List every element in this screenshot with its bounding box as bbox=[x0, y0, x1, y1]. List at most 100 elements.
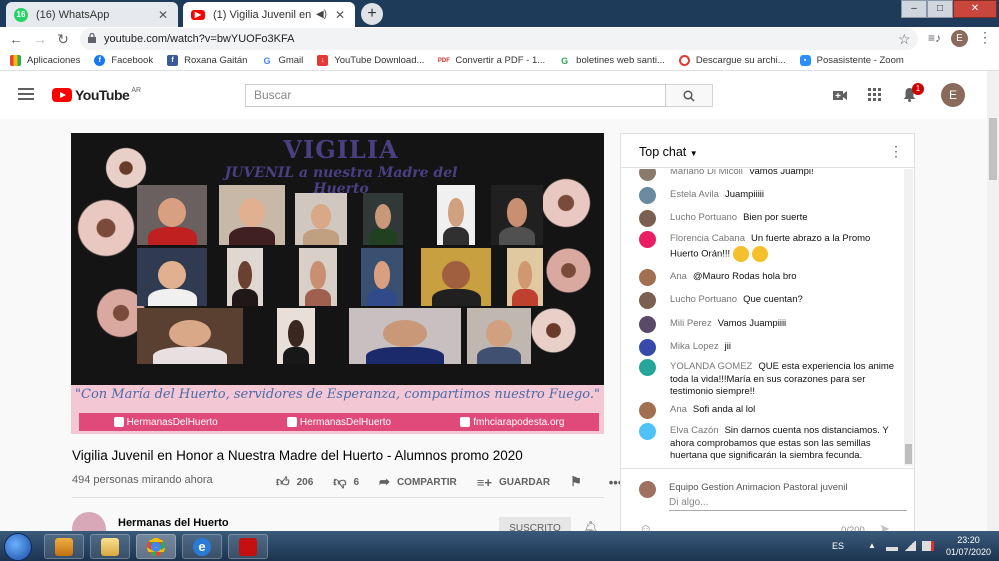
thumbs-up-icon: 👍︎ bbox=[276, 474, 290, 489]
channel-name[interactable]: Hermanas del Huerto bbox=[118, 517, 229, 529]
video-footer-item: HermanasDelHuerto bbox=[286, 417, 391, 428]
taskbar-acrobat[interactable] bbox=[228, 534, 268, 559]
participant-tile bbox=[219, 185, 285, 245]
my-avatar bbox=[639, 481, 656, 498]
page-scrollbar-thumb[interactable] bbox=[989, 118, 997, 180]
video-actions: 👍︎ 206 👎︎ 6 ➦ COMPARTIR ≡+ GUARDAR ⚑ ••• bbox=[276, 474, 649, 490]
taskbar-internet-explorer[interactable]: e bbox=[182, 534, 222, 559]
bookmark-star-icon[interactable]: ☆ bbox=[898, 31, 911, 48]
avatar bbox=[639, 231, 656, 248]
zoom-icon: ▪ bbox=[799, 55, 811, 66]
chat-scrollbar-thumb[interactable] bbox=[905, 444, 912, 464]
taskbar-explorer[interactable] bbox=[90, 534, 130, 559]
speaker-icon[interactable]: ◀) bbox=[316, 9, 327, 20]
chat-header: Top chat ▼ ⋮ bbox=[621, 134, 914, 168]
youtube-play-icon bbox=[52, 88, 72, 102]
video-footer-item: HermanasDelHuerto bbox=[113, 417, 218, 428]
account-avatar[interactable]: E bbox=[941, 83, 965, 107]
chat-message-list: Mariano Di Micoli Vamos Juampi! Estela Av… bbox=[621, 169, 903, 466]
avatar bbox=[639, 339, 656, 356]
participant-tile bbox=[361, 248, 403, 306]
media-control-icon[interactable]: ≡♪ bbox=[928, 31, 941, 45]
flower-decoration bbox=[536, 173, 596, 233]
acrobat-icon bbox=[239, 537, 257, 556]
chat-message-input[interactable]: Di algo... bbox=[669, 495, 907, 511]
chevron-up-icon[interactable]: ▲ bbox=[868, 541, 880, 551]
folder-icon bbox=[101, 537, 119, 556]
facebook-square-icon: f bbox=[167, 55, 179, 66]
hamburger-menu-icon[interactable] bbox=[18, 88, 34, 100]
close-tab-icon[interactable]: ✕ bbox=[156, 8, 170, 22]
search-input[interactable]: Buscar bbox=[245, 84, 666, 107]
google-icon: G bbox=[559, 55, 571, 66]
facebook-icon: f bbox=[94, 55, 106, 66]
bookmark-aplicaciones[interactable]: Aplicaciones bbox=[10, 55, 80, 66]
volume-muted-icon[interactable] bbox=[921, 541, 934, 551]
hugging-face-emoji-icon bbox=[733, 245, 750, 262]
avatar bbox=[639, 269, 656, 286]
bookmark-zoom[interactable]: ▪ Posasistente - Zoom bbox=[799, 55, 904, 66]
bookmark-youtube-download[interactable]: ↓ YouTube Download... bbox=[317, 55, 424, 66]
tab-whatsapp[interactable]: 16 (16) WhatsApp ✕ bbox=[6, 2, 178, 27]
apps-grid-icon bbox=[10, 55, 21, 66]
forward-arrow-icon[interactable]: → bbox=[31, 30, 49, 48]
chat-scrollbar[interactable] bbox=[904, 169, 913, 466]
close-window-button[interactable]: ✕ bbox=[953, 0, 997, 18]
avatar bbox=[639, 169, 656, 181]
profile-avatar[interactable]: E bbox=[951, 30, 968, 47]
dislike-button[interactable]: 👎︎ 6 bbox=[333, 474, 359, 490]
chat-message: YOLANDA GOMEZ QUE esta experiencia los an… bbox=[639, 359, 901, 399]
url-text: youtube.com/watch?v=bwYUOFo3KFA bbox=[104, 33, 295, 45]
window-controls: – □ ✕ bbox=[901, 0, 997, 18]
search-icon bbox=[683, 90, 695, 102]
share-button[interactable]: ➦ COMPARTIR bbox=[379, 474, 457, 490]
apps-grid-icon[interactable] bbox=[868, 88, 881, 104]
network-icon[interactable] bbox=[885, 541, 898, 551]
chat-message: Mili Perez Vamos Juampiiii bbox=[639, 316, 901, 333]
clock[interactable]: 23:20 01/07/2020 bbox=[946, 534, 991, 558]
new-tab-button[interactable]: + bbox=[361, 3, 383, 25]
tab-label: (1) Vigilia Juvenil en Honor a bbox=[213, 8, 312, 21]
bookmark-boletines[interactable]: Gboletines web santi... bbox=[559, 55, 665, 66]
minimize-button[interactable]: – bbox=[901, 0, 927, 18]
start-button[interactable] bbox=[4, 533, 32, 561]
bookmark-facebook[interactable]: f Facebook bbox=[94, 55, 153, 66]
chat-more-icon[interactable]: ⋮ bbox=[889, 143, 903, 160]
signal-icon[interactable] bbox=[903, 541, 916, 551]
pdf-icon: PDF bbox=[438, 55, 450, 66]
report-button[interactable]: ⚑ bbox=[570, 474, 589, 490]
tab-youtube[interactable]: ▶ (1) Vigilia Juvenil en Honor a ◀) ✕ bbox=[183, 2, 355, 27]
hugging-face-emoji-icon bbox=[752, 245, 769, 262]
bookmark-descargue[interactable]: Descargue su archi... bbox=[678, 55, 786, 66]
like-button[interactable]: 👍︎ 206 bbox=[276, 474, 313, 490]
bookmark-convertir-pdf[interactable]: PDF Convertir a PDF - 1... bbox=[438, 55, 545, 66]
reload-icon[interactable]: ↻ bbox=[54, 30, 72, 48]
video-player[interactable]: VIGILIA JUVENIL a nuestra Madre del Huer… bbox=[71, 133, 604, 434]
chat-message: Elva Cazón Sin darnos cuenta nos distanci… bbox=[639, 423, 901, 463]
browser-menu-icon[interactable]: ⋮ bbox=[978, 29, 992, 46]
chat-message: Estela Avila Juampiiiii bbox=[639, 187, 901, 204]
save-button[interactable]: ≡+ GUARDAR bbox=[477, 475, 550, 490]
chat-mode-dropdown[interactable]: Top chat ▼ bbox=[639, 145, 698, 159]
maximize-button[interactable]: □ bbox=[927, 0, 953, 18]
youtube-logo[interactable]: YouTube AR bbox=[52, 87, 141, 103]
internet-explorer-icon: e bbox=[193, 537, 211, 556]
thumbs-down-icon: 👎︎ bbox=[333, 474, 347, 489]
divider bbox=[72, 497, 604, 498]
facebook-icon bbox=[113, 417, 124, 427]
address-bar[interactable]: youtube.com/watch?v=bwYUOFo3KFA ☆ bbox=[80, 28, 918, 50]
search-button[interactable] bbox=[666, 84, 713, 107]
video-title: Vigilia Juvenil en Honor a Nuestra Madre… bbox=[72, 448, 523, 463]
bookmark-gmail[interactable]: G Gmail bbox=[261, 55, 303, 66]
close-tab-icon[interactable]: ✕ bbox=[333, 8, 347, 22]
back-arrow-icon[interactable]: ← bbox=[7, 30, 25, 48]
create-video-icon[interactable] bbox=[833, 88, 847, 104]
language-indicator[interactable]: ES bbox=[832, 541, 844, 551]
taskbar-media-player[interactable] bbox=[44, 534, 84, 559]
video-slogan: "Con María del Huerto, servidores de Esp… bbox=[75, 387, 600, 402]
notification-badge: 1 bbox=[912, 83, 924, 95]
bookmark-roxana[interactable]: f Roxana Gaitán bbox=[167, 55, 247, 66]
taskbar-chrome[interactable] bbox=[136, 534, 176, 559]
video-banner: "Con María del Huerto, servidores de Esp… bbox=[71, 385, 604, 434]
chat-message: Mariano Di Micoli Vamos Juampi! bbox=[639, 169, 901, 181]
